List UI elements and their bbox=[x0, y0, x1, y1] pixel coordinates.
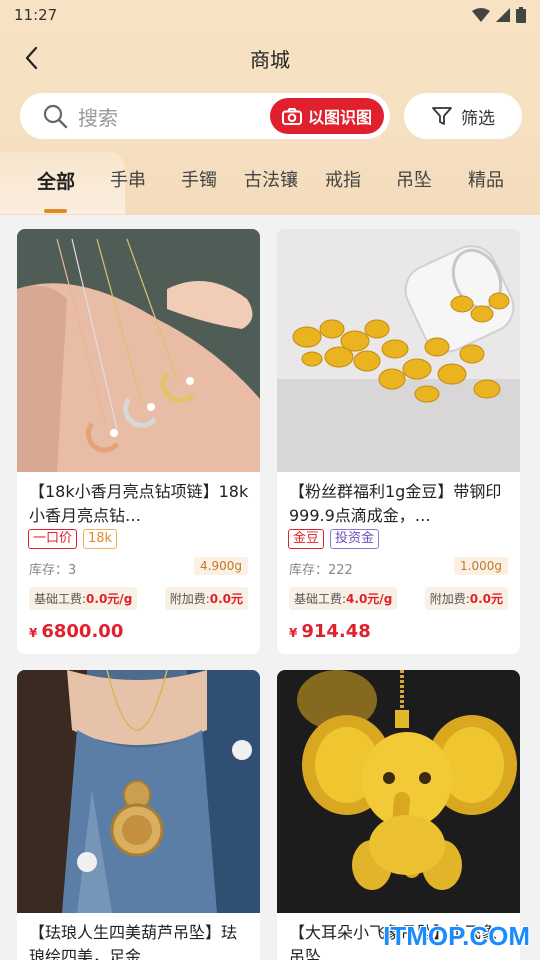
currency-symbol: ¥ bbox=[289, 626, 298, 640]
product-price: ¥914.48 bbox=[289, 621, 371, 642]
product-image[interactable] bbox=[277, 670, 520, 913]
watermark: ITMOP.COM bbox=[383, 921, 530, 951]
filter-icon bbox=[432, 107, 452, 125]
extra-fee: 附加费:0.0元 bbox=[424, 587, 508, 610]
battery-icon bbox=[516, 7, 526, 23]
base-fee-value: 4.0元/g bbox=[346, 592, 393, 606]
search-icon bbox=[43, 104, 68, 129]
price-value: 914.48 bbox=[301, 621, 371, 642]
signal-icon bbox=[496, 8, 510, 22]
tab-pendant[interactable]: 吊坠 bbox=[396, 166, 432, 192]
status-bar: 11:27 bbox=[0, 0, 540, 30]
tag-fixed-price: 一口价 bbox=[28, 529, 78, 549]
product-stock: 库存：222 bbox=[289, 563, 353, 578]
extra-fee-value: 0.0元 bbox=[469, 592, 503, 606]
search-bar[interactable]: 搜索 以图识图 bbox=[20, 93, 390, 139]
product-card[interactable]: 【大耳朵小飞象吊坠】小飞象吊坠 bbox=[277, 670, 520, 960]
product-image[interactable] bbox=[17, 670, 260, 913]
base-fee-label: 基础工费: bbox=[294, 592, 347, 606]
status-time: 11:27 bbox=[14, 6, 58, 24]
base-fee-value: 0.0元/g bbox=[86, 592, 133, 606]
extra-fee: 附加费:0.0元 bbox=[164, 587, 248, 610]
filter-button[interactable]: 筛选 bbox=[404, 93, 522, 139]
extra-fee-label: 附加费: bbox=[169, 592, 210, 606]
camera-icon bbox=[281, 107, 302, 125]
product-tags: 一口价 18k bbox=[28, 529, 118, 549]
tab-bracelet-beads[interactable]: 手串 bbox=[110, 166, 146, 192]
page-title: 商城 bbox=[250, 47, 290, 72]
app-header: 商城 bbox=[0, 36, 540, 80]
back-button[interactable] bbox=[18, 44, 44, 72]
tag-investment-gold: 投资金 bbox=[330, 529, 380, 549]
product-tags: 金豆 投资金 bbox=[288, 529, 380, 549]
extra-fee-value: 0.0元 bbox=[209, 592, 243, 606]
tab-boutique[interactable]: 精品 bbox=[468, 166, 504, 192]
product-image[interactable] bbox=[277, 229, 520, 472]
wifi-icon bbox=[472, 8, 490, 22]
tab-ring[interactable]: 戒指 bbox=[325, 166, 361, 192]
extra-fee-label: 附加费: bbox=[429, 592, 470, 606]
product-image[interactable] bbox=[17, 229, 260, 472]
status-icons bbox=[472, 7, 526, 23]
image-search-label: 以图识图 bbox=[307, 108, 372, 127]
product-title: 【18k小香月亮点钻项链】18k小香月亮点钻… bbox=[29, 482, 249, 525]
base-fee: 基础工费:0.0元/g bbox=[29, 587, 138, 610]
base-fee: 基础工费:4.0元/g bbox=[289, 587, 398, 610]
product-weight: 1.000g bbox=[454, 557, 508, 575]
product-card[interactable]: 【珐琅人生四美葫芦吊坠】珐琅绘四美，足金… bbox=[17, 670, 260, 960]
tab-all[interactable]: 全部 bbox=[37, 167, 75, 194]
product-title: 【珐琅人生四美葫芦吊坠】珐琅绘四美，足金… bbox=[29, 923, 238, 960]
currency-symbol: ¥ bbox=[29, 626, 38, 640]
tag-gold-bean: 金豆 bbox=[288, 529, 325, 549]
image-search-button[interactable]: 以图识图 bbox=[270, 98, 384, 134]
product-card[interactable]: 【18k小香月亮点钻项链】18k小香月亮点钻… 一口价 18k 库存：3 4.9… bbox=[17, 229, 260, 654]
tab-indicator bbox=[44, 209, 67, 213]
tab-bangle[interactable]: 手镯 bbox=[181, 166, 217, 192]
tab-ancient-inlay[interactable]: 古法镶 bbox=[244, 166, 298, 192]
tag-material: 18k bbox=[83, 529, 118, 549]
product-price: ¥6800.00 bbox=[29, 621, 123, 642]
filter-label: 筛选 bbox=[461, 108, 495, 129]
product-card[interactable]: 【粉丝群福利1g金豆】带钢印999.9点滴成金，… 金豆 投资金 库存：222 … bbox=[277, 229, 520, 654]
chevron-left-icon bbox=[25, 46, 38, 70]
product-weight: 4.900g bbox=[194, 557, 248, 575]
product-stock: 库存：3 bbox=[29, 563, 77, 578]
category-tabs: 全部 手串 手镯 古法镶 戒指 吊坠 精品 bbox=[0, 152, 540, 214]
base-fee-label: 基础工费: bbox=[34, 592, 87, 606]
price-value: 6800.00 bbox=[41, 621, 124, 642]
product-title: 【粉丝群福利1g金豆】带钢印999.9点滴成金，… bbox=[289, 482, 502, 525]
